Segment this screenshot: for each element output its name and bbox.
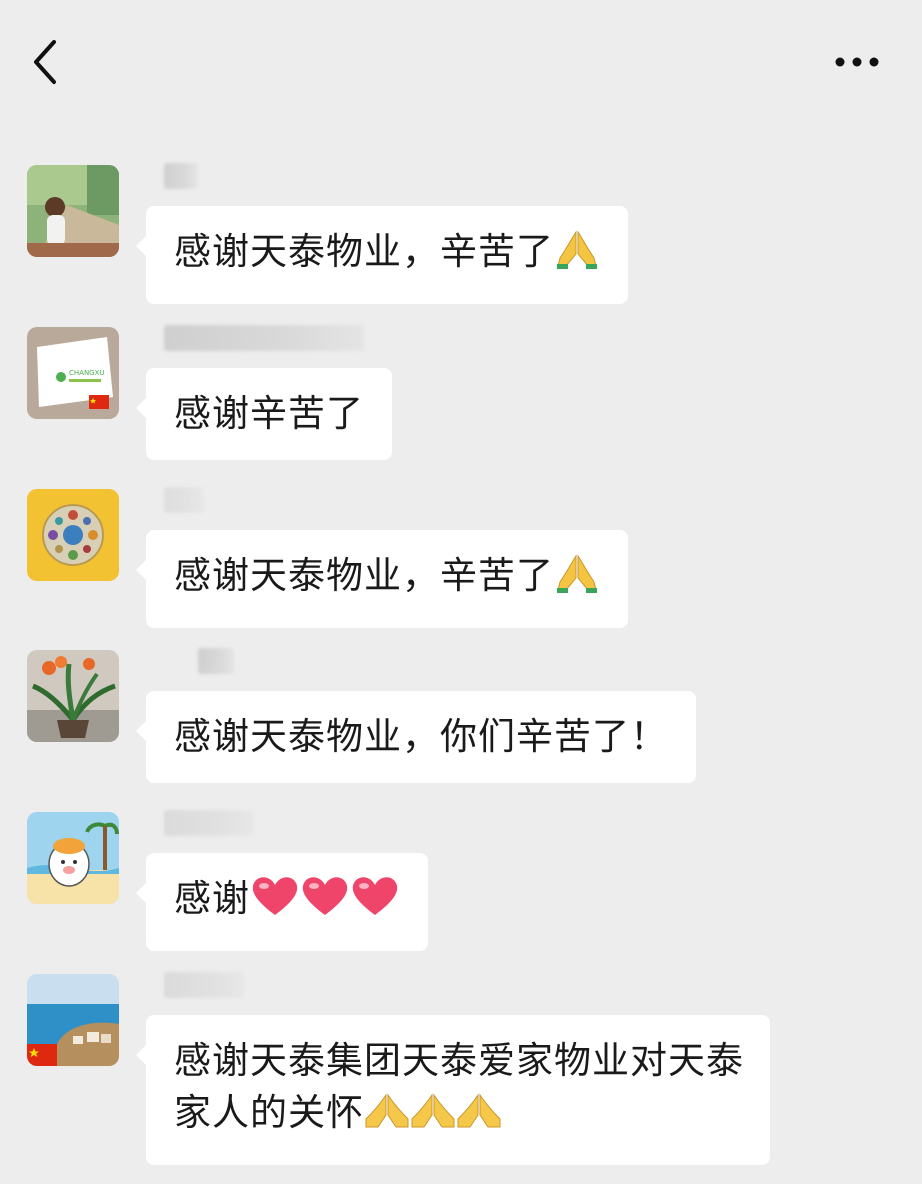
message-text: 感谢	[174, 877, 250, 920]
message-text: 感谢辛苦了	[174, 392, 364, 435]
message-bubble[interactable]: 感谢天泰集团天泰爱家物业对天泰 家人的关怀	[136, 1015, 770, 1165]
folded-hands-icon	[456, 1089, 502, 1145]
heart-icon	[350, 873, 400, 931]
sender-name-redacted	[164, 325, 404, 355]
avatar[interactable]	[27, 489, 119, 581]
chat-header	[0, 0, 922, 120]
avatar-logo-text: CHANGXU	[69, 369, 105, 377]
heart-icon	[300, 873, 350, 931]
avatar-photo-person-icon	[27, 165, 119, 257]
sender-name-redacted	[164, 648, 404, 678]
folded-hands-icon	[554, 552, 600, 608]
message-text: 感谢天泰物业，辛苦了	[174, 554, 554, 597]
message-bubble[interactable]: 感谢天泰物业，你们辛苦了！	[136, 691, 696, 783]
message-text-line-2: 家人的关怀	[174, 1087, 744, 1145]
sender-name-redacted	[164, 487, 404, 517]
message-bubble[interactable]: 感谢天泰物业，辛苦了	[136, 530, 628, 628]
sender-name-redacted	[164, 163, 404, 193]
avatar-plant-icon	[27, 650, 119, 742]
avatar-cartoon-beach-icon	[27, 812, 119, 904]
heart-icon	[250, 873, 300, 931]
folded-hands-icon	[410, 1089, 456, 1145]
sender-name-redacted	[164, 810, 404, 840]
more-button[interactable]	[826, 44, 888, 80]
avatar[interactable]	[27, 812, 119, 904]
back-button[interactable]	[26, 36, 70, 88]
sender-name-redacted	[164, 972, 404, 1002]
message-bubble[interactable]: 感谢天泰物业，辛苦了	[136, 206, 628, 304]
message-text: 感谢天泰物业，你们辛苦了！	[174, 715, 668, 758]
avatar-logo-icon: CHANGXU	[27, 327, 119, 419]
folded-hands-icon	[554, 228, 600, 284]
message-text-line: 感谢天泰集团天泰爱家物业对天泰	[174, 1039, 744, 1082]
avatar-seaside-icon	[27, 974, 119, 1066]
avatar[interactable]	[27, 650, 119, 742]
folded-hands-icon	[364, 1089, 410, 1145]
message-text: 家人的关怀	[174, 1091, 364, 1134]
avatar[interactable]: CHANGXU	[27, 327, 119, 419]
message-bubble[interactable]: 感谢辛苦了	[136, 368, 392, 460]
avatar[interactable]	[27, 165, 119, 257]
more-dots-icon	[835, 57, 879, 67]
avatar[interactable]	[27, 974, 119, 1066]
avatar-mandala-icon	[27, 489, 119, 581]
message-bubble[interactable]: 感谢	[136, 853, 428, 951]
chevron-left-icon	[34, 40, 56, 84]
message-text: 感谢天泰物业，辛苦了	[174, 230, 554, 273]
